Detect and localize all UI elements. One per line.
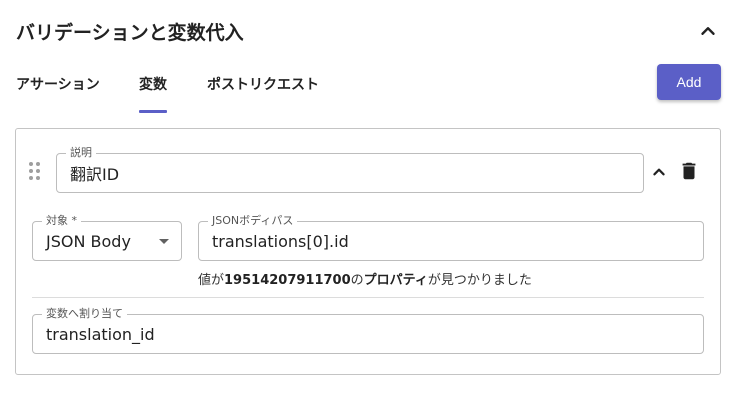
helper-value: 19514207911700: [224, 273, 351, 288]
tab-variables[interactable]: 変数: [139, 74, 167, 94]
chevron-up-icon: [701, 27, 715, 35]
helper-suffix: が見つかりました: [427, 273, 532, 288]
section-title: バリデーションと変数代入: [16, 22, 244, 44]
target-select[interactable]: 対象 * JSON Body: [32, 214, 182, 261]
json-path-value: translations[0].id: [212, 231, 349, 251]
section-collapse-button[interactable]: [697, 20, 719, 42]
trash-icon: [682, 162, 696, 180]
helper-prefix: 値が: [198, 273, 225, 288]
variable-card: 説明 翻訳ID 対象 * JSON Body JSONボディパス transla…: [15, 128, 721, 375]
description-field[interactable]: 説明 翻訳ID: [56, 146, 644, 193]
card-collapse-button[interactable]: [648, 161, 670, 183]
divider: [32, 297, 704, 298]
add-button[interactable]: Add: [657, 64, 721, 100]
target-value: JSON Body: [46, 231, 131, 251]
helper-property: プロパティ: [363, 273, 428, 288]
tab-post-request[interactable]: ポストリクエスト: [207, 74, 319, 94]
helper-middle: の: [350, 273, 364, 288]
description-value: 翻訳ID: [70, 165, 120, 184]
section-header: バリデーションと変数代入: [16, 16, 721, 46]
json-path-field[interactable]: JSONボディパス translations[0].id: [198, 214, 704, 261]
chevron-up-icon: [653, 168, 665, 176]
assign-variable-value: translation_id: [46, 324, 155, 344]
active-tab-indicator: [139, 110, 167, 113]
json-path-helper-text: 値が19514207911700のプロパティが見つかりました: [198, 269, 532, 288]
select-arrow-icon: [159, 239, 169, 244]
delete-button[interactable]: [678, 160, 700, 182]
drag-handle-icon[interactable]: [29, 162, 43, 182]
tab-assertion[interactable]: アサーション: [16, 74, 100, 94]
assign-variable-field[interactable]: 変数へ割り当て translation_id: [32, 307, 704, 354]
